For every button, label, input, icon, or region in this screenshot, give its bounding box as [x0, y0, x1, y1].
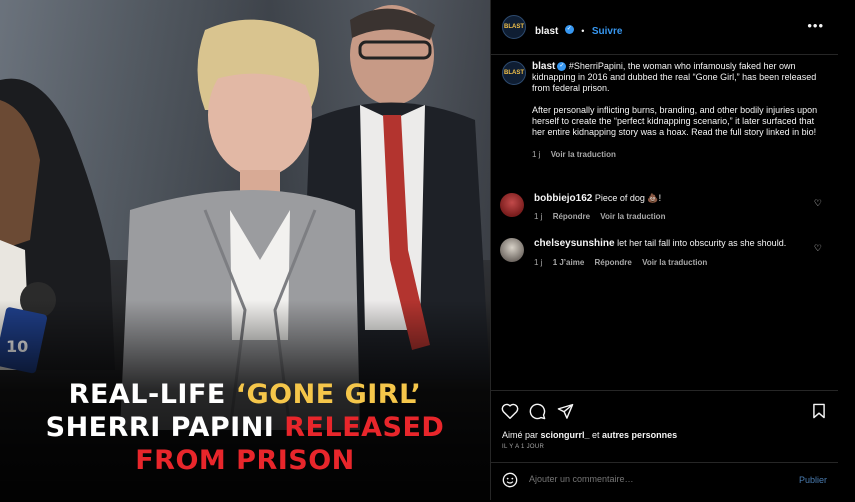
add-comment-input[interactable] [529, 474, 749, 484]
comment-text: Piece of dog 💩! [594, 193, 662, 203]
post-image[interactable]: 10 REAL-LIFE ‘GONE GIRL’ SHERRI PAPINI R… [0, 0, 490, 500]
author-avatar[interactable]: BLAST [502, 15, 526, 39]
comment-like-heart-icon[interactable]: ♡ [814, 243, 822, 254]
liked-by-user[interactable]: sciongurrl_ [541, 430, 590, 440]
caption-username[interactable]: blast [532, 61, 555, 72]
header-separator: • [581, 26, 585, 36]
caption-avatar[interactable]: BLAST [502, 61, 526, 85]
post-timestamp: IL Y A 1 JOUR [502, 444, 545, 450]
heart-icon[interactable] [501, 403, 519, 424]
verified-badge-icon: ✓ [557, 62, 567, 72]
headline-line-3: FROM PRISON [135, 445, 355, 476]
caption-time: 1 j [532, 150, 541, 159]
comment-text: let her tail fall into obscurity as she … [617, 238, 787, 248]
caption-paragraph-1: #SherriPapini, the woman who infamously … [532, 61, 817, 93]
post-actions: Aimé par sciongurrl_ et autres personnes… [491, 390, 838, 501]
reply-button[interactable]: Répondre [553, 212, 590, 221]
commenter-avatar[interactable] [500, 193, 524, 217]
commenter-avatar[interactable] [500, 238, 524, 262]
headline-line-1: REAL-LIFE ‘GONE GIRL’ [68, 379, 422, 410]
translate-link[interactable]: Voir la traduction [600, 212, 665, 221]
verified-badge-icon: ✓ [564, 25, 574, 35]
publish-button[interactable]: Publier [799, 475, 827, 485]
author-row: blast ✓ • Suivre [535, 21, 622, 39]
comment-body: chelseysunshine let her tail fall into o… [534, 238, 804, 268]
comment-like-heart-icon[interactable]: ♡ [814, 198, 822, 209]
post-header: BLAST blast ✓ • Suivre ••• [491, 0, 838, 55]
reply-button[interactable]: Répondre [595, 258, 632, 267]
image-headline: REAL-LIFE ‘GONE GIRL’ SHERRI PAPINI RELE… [0, 378, 490, 477]
liked-by-others[interactable]: autres personnes [602, 430, 677, 440]
liked-by-summary: Aimé par sciongurrl_ et autres personnes [502, 430, 678, 440]
comment-icon[interactable] [529, 403, 546, 425]
comment-meta: 1 j 1 J’aime Répondre Voir la traduction [534, 257, 804, 268]
more-options-icon[interactable]: ••• [807, 18, 824, 33]
comment-username[interactable]: bobbiejo162 [534, 193, 592, 204]
comment-likes-count[interactable]: 1 J’aime [553, 258, 585, 267]
comment-time: 1 j [534, 258, 543, 267]
emoji-icon[interactable] [502, 472, 518, 492]
headline-line-2: SHERRI PAPINI RELEASED [45, 412, 445, 443]
caption-meta: 1 j Voir la traduction [532, 149, 824, 160]
post-side-panel: BLAST blast ✓ • Suivre ••• BLAST blast ✓ … [490, 0, 838, 500]
follow-button[interactable]: Suivre [592, 26, 623, 37]
comment-meta: 1 j Répondre Voir la traduction [534, 211, 804, 222]
bookmark-icon[interactable] [812, 403, 826, 424]
add-comment-row: Publier [491, 462, 838, 502]
caption-paragraph-2: After personally inflicting burns, brand… [532, 105, 818, 137]
author-username[interactable]: blast [535, 26, 558, 37]
comment-username[interactable]: chelseysunshine [534, 238, 615, 249]
caption-translate-link[interactable]: Voir la traduction [551, 150, 616, 159]
send-icon[interactable] [557, 403, 574, 424]
comment-time: 1 j [534, 212, 543, 221]
comment-body: bobbiejo162 Piece of dog 💩! 1 j Répondre… [534, 193, 804, 222]
translate-link[interactable]: Voir la traduction [642, 258, 707, 267]
caption-text: blast ✓ #SherriPapini, the woman who infa… [532, 61, 824, 160]
